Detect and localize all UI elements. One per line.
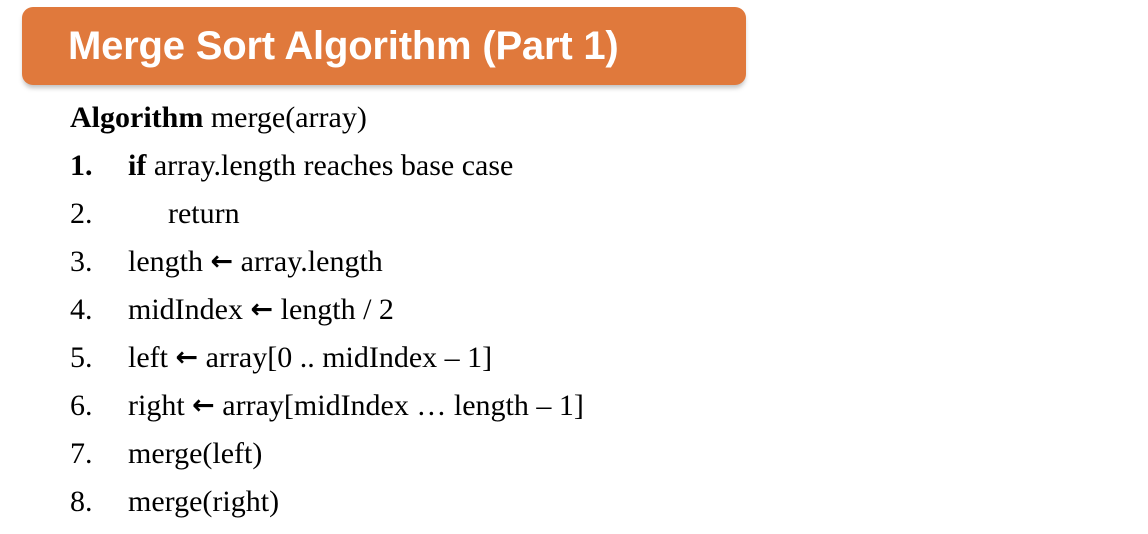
assignment-arrow-icon: ← (210, 246, 234, 277)
step-content: length ← array.length (0, 238, 383, 287)
page-title: Merge Sort Algorithm (Part 1) (68, 24, 619, 68)
algorithm-step: 4. midIndex ← length / 2 (0, 286, 1148, 334)
algorithm-pseudocode-block: Algorithm merge(array) 1. if array.lengt… (0, 94, 1148, 526)
step-content: return (0, 190, 240, 238)
step-content: merge(left) (0, 430, 262, 478)
algorithm-signature-line: Algorithm merge(array) (0, 94, 1148, 142)
title-banner: Merge Sort Algorithm (Part 1) (22, 7, 746, 85)
algorithm-signature-spacer (203, 101, 211, 134)
algorithm-step: 7. merge(left) (0, 430, 1148, 478)
algorithm-step: 8. merge(right) (0, 478, 1148, 526)
step-text: left ← array[0 .. midIndex – 1] (128, 341, 492, 374)
algorithm-step: 6. right ← array[midIndex … length – 1] (0, 382, 1148, 430)
step-number: 2. (70, 197, 93, 230)
step-text: merge(left) (128, 437, 263, 470)
algorithm-name: merge(array) (210, 101, 367, 134)
assignment-arrow-icon: ← (192, 390, 215, 421)
step-number: 8. (70, 485, 93, 518)
step-number: 3. (70, 245, 93, 278)
step-text: midIndex ← length / 2 (128, 293, 394, 326)
step-text: return (168, 197, 240, 230)
algorithm-step: 3. length ← array.length (0, 238, 1148, 286)
step-content: midIndex ← length / 2 (0, 286, 394, 335)
step-number: 7. (70, 437, 93, 470)
algorithm-step: 1. if array.length reaches base case (0, 142, 1148, 190)
assignment-arrow-icon: ← (250, 294, 274, 325)
step-text: right ← array[midIndex … length – 1] (128, 389, 584, 422)
assignment-arrow-icon: ← (175, 342, 199, 373)
step-number: 6. (70, 389, 93, 422)
step-number: 4. (70, 293, 93, 326)
algorithm-step: 2. return (0, 190, 1148, 238)
step-text: length ← array.length (128, 245, 383, 278)
step-content: merge(right) (0, 478, 279, 526)
step-keyword: if (128, 149, 147, 182)
step-text: merge(right) (128, 485, 280, 518)
step-text: array.length reaches base case (146, 149, 514, 182)
algorithm-keyword: Algorithm (70, 101, 204, 134)
step-number: 1. (70, 149, 93, 182)
step-number: 5. (70, 341, 93, 374)
algorithm-step: 5. left ← array[0 .. midIndex – 1] (0, 334, 1148, 382)
